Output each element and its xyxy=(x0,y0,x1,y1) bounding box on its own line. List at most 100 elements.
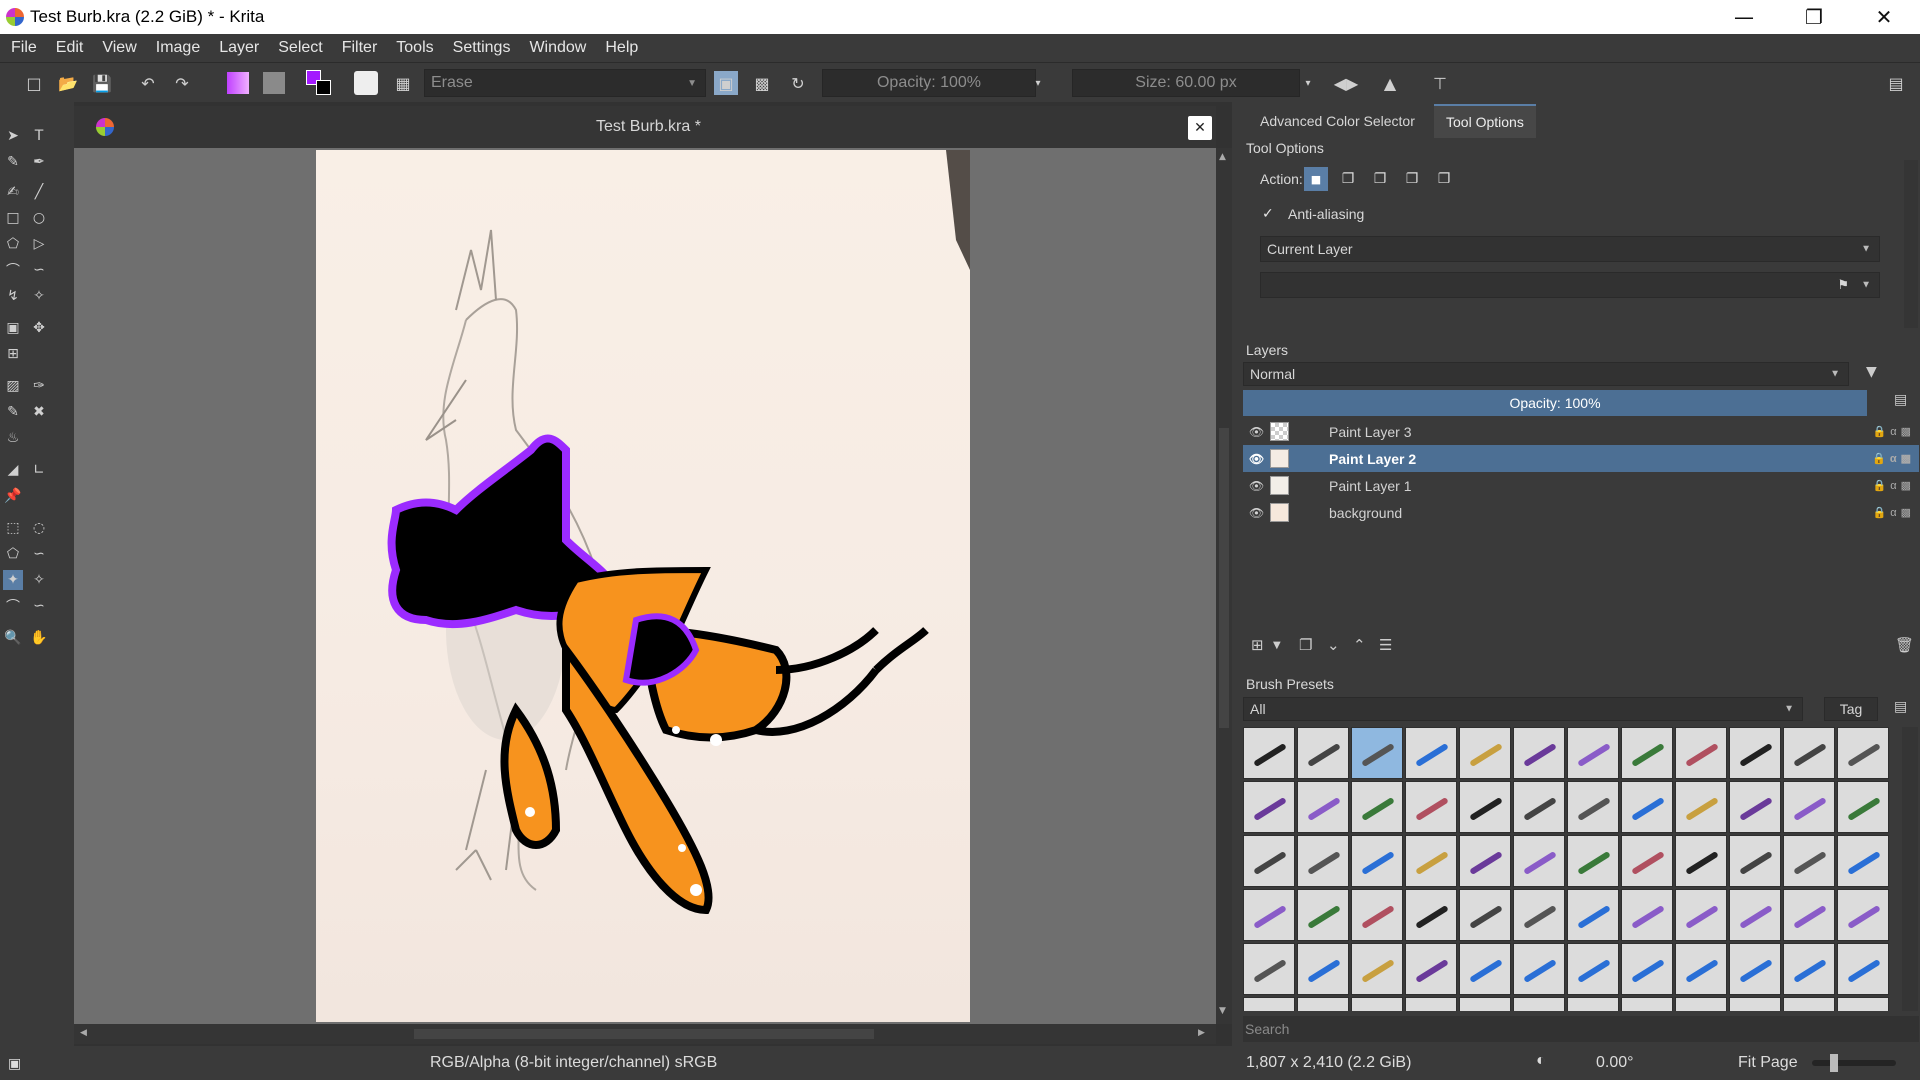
layer-row[interactable]: 👁 Paint Layer 1 🔒α▩ xyxy=(1243,472,1919,499)
brush-preset-thumbnail[interactable] xyxy=(1675,997,1727,1011)
brush-preset-thumbnail[interactable] xyxy=(1405,727,1457,779)
brush-preset-thumbnail[interactable] xyxy=(1675,727,1727,779)
brush-preset-thumbnail[interactable] xyxy=(1297,781,1349,833)
brush-preset-thumbnail[interactable] xyxy=(1297,889,1349,941)
freehand-path-tool-icon[interactable]: ∽ xyxy=(29,260,49,280)
brush-preset-thumbnail[interactable] xyxy=(1783,943,1835,995)
scroll-left-icon[interactable]: ◀ xyxy=(80,1028,87,1038)
layer-properties-icon[interactable]: ▤ xyxy=(1894,392,1907,408)
reference-layer-tag-select[interactable]: ⚑ ▼ xyxy=(1260,272,1880,298)
brush-preset-thumbnail[interactable] xyxy=(1351,943,1403,995)
brush-preset-thumbnail[interactable] xyxy=(1297,727,1349,779)
wrap-around-icon[interactable]: ⊤ xyxy=(1428,71,1452,95)
visibility-eye-icon[interactable]: 👁 xyxy=(1249,425,1264,439)
move-layer-down-icon[interactable]: ⌄ xyxy=(1327,636,1340,654)
brush-preset-thumbnail[interactable] xyxy=(1243,835,1295,887)
freehand-brush-tool-icon[interactable]: ✍ xyxy=(3,182,23,202)
brush-preset-thumbnail[interactable] xyxy=(1729,727,1781,779)
duplicate-layer-icon[interactable]: ❐ xyxy=(1299,636,1312,654)
gradient-tool-icon[interactable]: ▨ xyxy=(3,376,23,396)
brush-preset-thumbnail[interactable] xyxy=(1459,727,1511,779)
ellipse-tool-icon[interactable]: ○ xyxy=(29,208,49,228)
lock-alpha-icons[interactable]: 🔒α▩ xyxy=(1873,479,1915,492)
intersect-selection-icon[interactable]: ❐ xyxy=(1336,167,1360,191)
brush-preset-thumbnail[interactable] xyxy=(1405,835,1457,887)
mirror-vertical-icon[interactable]: ▲ xyxy=(1378,71,1402,95)
workspace-grid-icon[interactable]: ▦ xyxy=(391,71,415,95)
brush-preset-icon[interactable] xyxy=(354,71,378,95)
polyline-tool-icon[interactable]: ▷ xyxy=(29,234,49,254)
vertical-scrollbar[interactable]: ▲ ▼ xyxy=(1216,148,1232,1024)
opacity-slider[interactable]: Opacity: 100% xyxy=(822,69,1036,97)
brush-preset-thumbnail[interactable] xyxy=(1513,835,1565,887)
brush-preset-thumbnail[interactable] xyxy=(1729,943,1781,995)
brush-preset-thumbnail[interactable] xyxy=(1837,835,1889,887)
brush-preset-thumbnail[interactable] xyxy=(1243,889,1295,941)
fill-tool-icon[interactable]: ♨ xyxy=(3,428,23,448)
calligraphy-tool-icon[interactable]: ✒ xyxy=(29,152,49,172)
brush-preset-thumbnail[interactable] xyxy=(1513,889,1565,941)
brush-grid-scrollbar[interactable] xyxy=(1902,727,1918,1011)
line-tool-icon[interactable]: ╱ xyxy=(29,182,49,202)
brush-preset-thumbnail[interactable] xyxy=(1351,889,1403,941)
brush-search-field[interactable]: Search xyxy=(1243,1016,1919,1042)
brush-preset-thumbnail[interactable] xyxy=(1459,943,1511,995)
brush-preset-thumbnail[interactable] xyxy=(1297,997,1349,1011)
minimize-button[interactable]: — xyxy=(1710,0,1778,34)
layer-row[interactable]: 👁 Paint Layer 3 🔒α▩ xyxy=(1243,418,1919,445)
menu-window[interactable]: Window xyxy=(518,39,594,57)
scroll-down-icon[interactable]: ▼ xyxy=(1219,1006,1226,1016)
blend-mode-select[interactable]: Normal ▼ xyxy=(1243,362,1849,386)
brush-preset-thumbnail[interactable] xyxy=(1783,781,1835,833)
brush-preset-thumbnail[interactable] xyxy=(1675,835,1727,887)
layer-properties-list-icon[interactable]: ☰ xyxy=(1379,636,1392,654)
rect-select-tool-icon[interactable]: ⬚ xyxy=(3,518,23,538)
zoom-mode-label[interactable]: Fit Page xyxy=(1738,1054,1798,1072)
lock-alpha-icons[interactable]: 🔒α▩ xyxy=(1872,452,1915,465)
delete-layer-icon[interactable]: 🗑 xyxy=(1895,636,1914,654)
bezier-tool-icon[interactable]: ⌒ xyxy=(3,260,23,280)
visibility-eye-icon[interactable]: 👁 xyxy=(1249,479,1264,493)
brush-tag-filter-select[interactable]: All ▼ xyxy=(1243,697,1803,721)
brush-preset-thumbnail[interactable] xyxy=(1783,889,1835,941)
brush-preset-thumbnail[interactable] xyxy=(1837,781,1889,833)
visibility-eye-icon[interactable]: 👁 xyxy=(1249,506,1264,520)
brush-preset-thumbnail[interactable] xyxy=(1729,835,1781,887)
brush-preset-thumbnail[interactable] xyxy=(1351,781,1403,833)
brush-preset-thumbnail[interactable] xyxy=(1675,781,1727,833)
color-picker-tool-icon[interactable]: ✑ xyxy=(29,376,49,396)
freehand-select-tool-icon[interactable]: ∽ xyxy=(29,544,49,564)
scroll-right-icon[interactable]: ▶ xyxy=(1198,1028,1205,1038)
zoom-slider-handle[interactable] xyxy=(1830,1054,1838,1072)
crop-tool-icon[interactable]: ⊞ xyxy=(3,344,23,364)
antialias-checkbox[interactable]: ✓ xyxy=(1262,206,1278,222)
layer-filter-icon[interactable]: ▼ xyxy=(1866,364,1877,380)
select-shapes-tool-icon[interactable]: ➤ xyxy=(3,126,23,146)
add-layer-icon[interactable]: ⊞ xyxy=(1251,636,1264,654)
open-document-icon[interactable]: 📂 xyxy=(56,71,80,95)
brush-preset-thumbnail[interactable] xyxy=(1783,835,1835,887)
brush-preset-thumbnail[interactable] xyxy=(1243,997,1295,1011)
horizontal-scrollbar[interactable]: ◀ ▶ xyxy=(74,1024,1216,1044)
similar-color-select-tool-icon[interactable]: ✧ xyxy=(29,570,49,590)
lock-alpha-icons[interactable]: 🔒α▩ xyxy=(1873,425,1915,438)
brush-preset-thumbnail[interactable] xyxy=(1729,997,1781,1011)
menu-help[interactable]: Help xyxy=(594,39,646,57)
brush-preset-thumbnail[interactable] xyxy=(1567,889,1619,941)
brush-preset-thumbnail[interactable] xyxy=(1459,835,1511,887)
add-layer-menu-icon[interactable]: ▼ xyxy=(1273,640,1281,651)
document-tab-title[interactable]: Test Burb.kra * xyxy=(596,118,701,136)
brush-preset-thumbnail[interactable] xyxy=(1351,835,1403,887)
ellipse-select-tool-icon[interactable]: ◌ xyxy=(29,518,49,538)
brush-preset-thumbnail[interactable] xyxy=(1351,997,1403,1011)
brush-preset-thumbnail[interactable] xyxy=(1621,889,1673,941)
docker-menu-icon[interactable]: ▤ xyxy=(1884,71,1908,95)
brush-preset-thumbnail[interactable] xyxy=(1243,727,1295,779)
brush-preset-thumbnail[interactable] xyxy=(1459,889,1511,941)
close-window-button[interactable]: ✕ xyxy=(1850,0,1918,34)
tab-advanced-color-selector[interactable]: Advanced Color Selector xyxy=(1248,104,1427,138)
contiguous-select-tool-icon[interactable]: ✦ xyxy=(3,570,23,590)
brush-preset-thumbnail[interactable] xyxy=(1405,889,1457,941)
scroll-up-icon[interactable]: ▲ xyxy=(1219,152,1226,162)
tab-tool-options[interactable]: Tool Options xyxy=(1434,104,1536,138)
